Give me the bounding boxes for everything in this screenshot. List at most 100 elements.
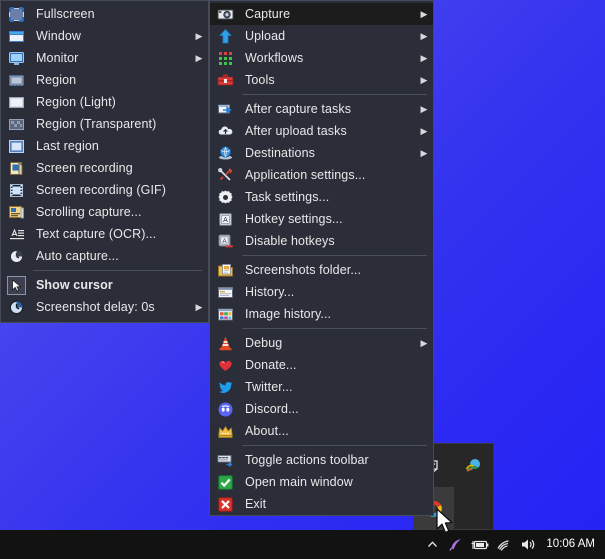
menu-item-hotkey-settings[interactable]: A Hotkey settings... xyxy=(210,208,433,230)
monitor-icon xyxy=(1,47,31,69)
tray-main-menu[interactable]: Capture ▶ Upload ▶ Workflows ▶ Tools ▶ A… xyxy=(209,0,434,516)
network-wifi-icon[interactable] xyxy=(492,530,516,559)
menu-item-about[interactable]: About... xyxy=(210,420,433,442)
region-icon xyxy=(1,69,31,91)
menu-item-monitor[interactable]: Monitor ▶ xyxy=(1,47,208,69)
menu-item-history[interactable]: History... xyxy=(210,281,433,303)
menu-item-application-settings[interactable]: Application settings... xyxy=(210,164,433,186)
menu-item-scrolling-capture[interactable]: Scrolling capture... xyxy=(1,201,208,223)
taskbar-clock[interactable]: 10:06 AM xyxy=(540,538,605,551)
menu-item-label: Auto capture... xyxy=(36,249,119,263)
fullscreen-icon xyxy=(1,3,31,25)
delay-clock-icon xyxy=(1,296,31,318)
menu-separator xyxy=(33,270,202,271)
menu-item-upload[interactable]: Upload ▶ xyxy=(210,25,433,47)
menu-item-task-settings[interactable]: Task settings... xyxy=(210,186,433,208)
capture-submenu[interactable]: Fullscreen Window ▶ Monitor ▶ Region Reg… xyxy=(0,0,209,323)
menu-separator xyxy=(242,328,427,329)
submenu-arrow: ▶ xyxy=(420,337,428,348)
app-globe-icon xyxy=(466,458,481,472)
menu-item-screen-recording-gif[interactable]: Screen recording (GIF) xyxy=(1,179,208,201)
menu-item-label: After upload tasks xyxy=(245,124,347,138)
region-light-icon xyxy=(1,91,31,113)
disable-hotkeys-icon: A xyxy=(210,230,240,252)
menu-item-after-capture-tasks[interactable]: After capture tasks ▶ xyxy=(210,98,433,120)
menu-item-label: Region (Transparent) xyxy=(36,117,157,131)
region-transparent-icon xyxy=(1,113,31,135)
windows-taskbar[interactable]: 10:06 AM xyxy=(0,530,605,559)
menu-item-debug[interactable]: Debug ▶ xyxy=(210,332,433,354)
menu-item-show-cursor[interactable]: Show cursor xyxy=(1,274,208,296)
cursor-arrow-icon xyxy=(1,274,31,296)
svg-text:A: A xyxy=(222,238,227,245)
workflows-grid-icon xyxy=(210,47,240,69)
menu-item-workflows[interactable]: Workflows ▶ xyxy=(210,47,433,69)
menu-item-discord[interactable]: Discord... xyxy=(210,398,433,420)
menu-item-capture[interactable]: Capture ▶ xyxy=(210,3,433,25)
image-history-icon xyxy=(210,303,240,325)
menu-item-image-history[interactable]: Image history... xyxy=(210,303,433,325)
menu-item-label: Fullscreen xyxy=(36,7,95,21)
menu-item-open-main-window[interactable]: Open main window xyxy=(210,471,433,493)
menu-item-destinations[interactable]: Destinations ▶ xyxy=(210,142,433,164)
menu-item-toggle-actions-toolbar[interactable]: Toggle actions toolbar xyxy=(210,449,433,471)
about-crown-icon xyxy=(210,420,240,442)
menu-item-label: Screen recording (GIF) xyxy=(36,183,167,197)
task-settings-gear-icon xyxy=(210,186,240,208)
menu-item-label: Upload xyxy=(245,29,286,43)
menu-item-label: Destinations xyxy=(245,146,315,160)
history-icon xyxy=(210,281,240,303)
mouse-pointer xyxy=(435,508,455,541)
menu-item-screenshot-delay[interactable]: Screenshot delay: 0s ▶ xyxy=(1,296,208,318)
toggle-actions-toolbar-icon xyxy=(210,449,240,471)
submenu-arrow: ▶ xyxy=(420,103,428,114)
menu-item-label: Screenshot delay: 0s xyxy=(36,300,155,314)
menu-item-last-region[interactable]: Last region xyxy=(1,135,208,157)
twitter-bird-icon xyxy=(210,376,240,398)
menu-item-label: Window xyxy=(36,29,82,43)
menu-item-label: Twitter... xyxy=(245,380,293,394)
menu-item-region[interactable]: Region xyxy=(1,69,208,91)
menu-item-text-capture-ocr[interactable]: Text capture (OCR)... xyxy=(1,223,208,245)
menu-item-twitter[interactable]: Twitter... xyxy=(210,376,433,398)
menu-item-label: History... xyxy=(245,285,295,299)
upload-arrow-icon xyxy=(210,25,240,47)
menu-item-label: Capture xyxy=(245,7,291,21)
submenu-arrow: ▶ xyxy=(195,301,203,312)
exit-red-x-icon xyxy=(210,493,240,515)
menu-item-label: Hotkey settings... xyxy=(245,212,343,226)
menu-item-screen-recording[interactable]: Screen recording xyxy=(1,157,208,179)
menu-item-auto-capture[interactable]: Auto capture... xyxy=(1,245,208,267)
battery-icon[interactable] xyxy=(468,530,492,559)
toolbox-icon xyxy=(210,69,240,91)
scrolling-capture-icon xyxy=(1,201,31,223)
menu-item-exit[interactable]: Exit xyxy=(210,493,433,515)
checked-icon-frame xyxy=(6,275,26,295)
menu-item-label: Show cursor xyxy=(36,278,113,292)
menu-item-label: Application settings... xyxy=(245,168,366,182)
menu-item-label: Scrolling capture... xyxy=(36,205,142,219)
menu-item-label: Discord... xyxy=(245,402,299,416)
menu-item-region-transparent[interactable]: Region (Transparent) xyxy=(1,113,208,135)
tray-flyout-icon-app-globe-icon[interactable] xyxy=(454,444,494,487)
menu-item-after-upload-tasks[interactable]: After upload tasks ▶ xyxy=(210,120,433,142)
menu-item-window[interactable]: Window ▶ xyxy=(1,25,208,47)
menu-item-fullscreen[interactable]: Fullscreen xyxy=(1,3,208,25)
menu-item-donate[interactable]: Donate... xyxy=(210,354,433,376)
menu-item-region-light[interactable]: Region (Light) xyxy=(1,91,208,113)
desktop-background: Fullscreen Window ▶ Monitor ▶ Region Reg… xyxy=(0,0,605,559)
after-capture-tasks-icon xyxy=(210,98,240,120)
menu-item-tools[interactable]: Tools ▶ xyxy=(210,69,433,91)
menu-separator xyxy=(242,255,427,256)
screen-recording-gif-icon xyxy=(1,179,31,201)
menu-item-label: Last region xyxy=(36,139,99,153)
menu-item-label: Debug xyxy=(245,336,283,350)
menu-item-label: About... xyxy=(245,424,289,438)
submenu-arrow: ▶ xyxy=(195,30,203,41)
volume-speaker-icon[interactable] xyxy=(516,530,540,559)
menu-item-screenshots-folder[interactable]: Screenshots folder... xyxy=(210,259,433,281)
submenu-arrow: ▶ xyxy=(420,30,428,41)
last-region-icon xyxy=(1,135,31,157)
svg-text:A: A xyxy=(223,217,228,224)
menu-item-disable-hotkeys[interactable]: A Disable hotkeys xyxy=(210,230,433,252)
